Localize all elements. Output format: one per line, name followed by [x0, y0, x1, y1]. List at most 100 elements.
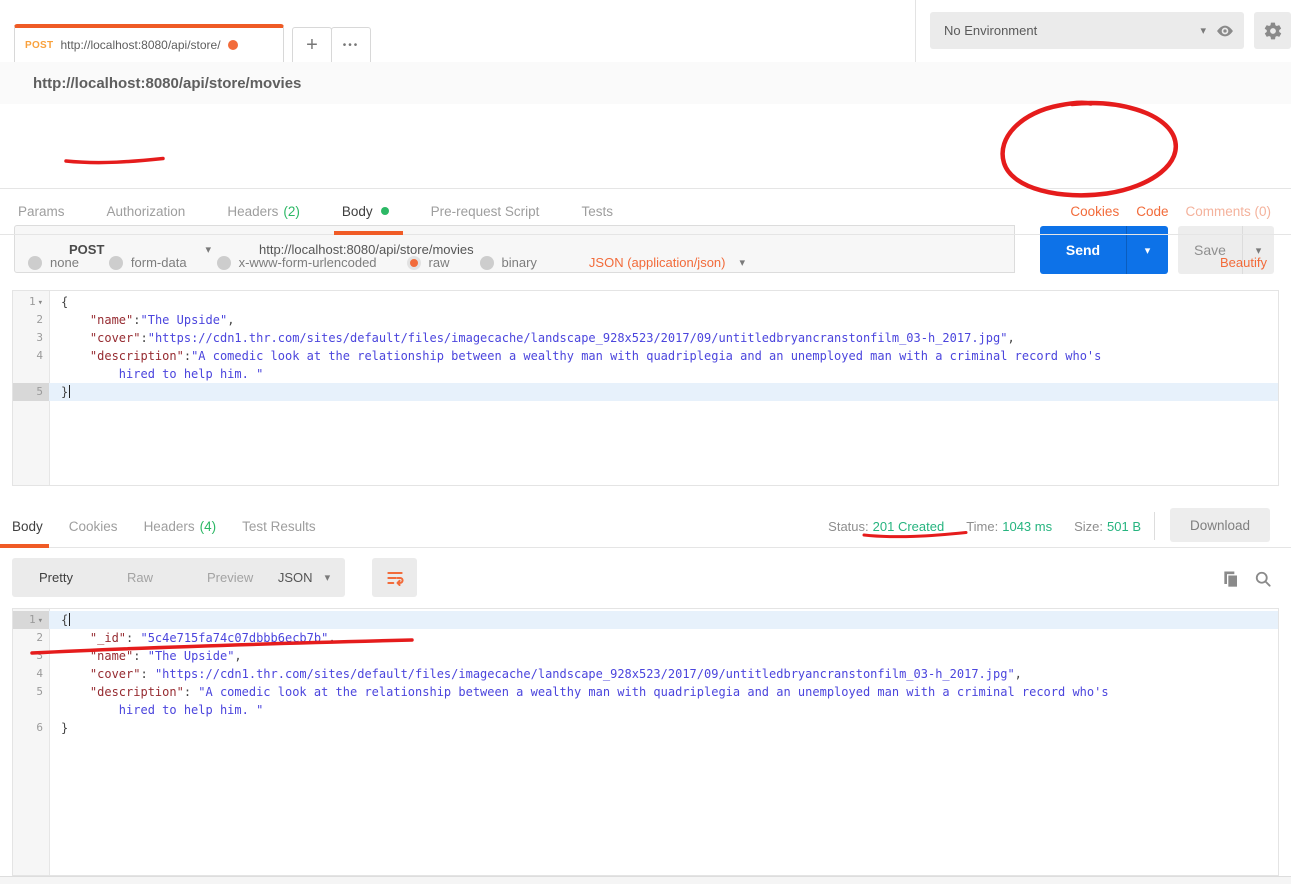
text-cursor	[69, 385, 70, 398]
line-number-text: 2	[36, 631, 43, 644]
token: hired to help him. "	[119, 703, 264, 717]
token: ,	[1015, 667, 1022, 681]
token	[61, 331, 90, 345]
code-text: "description":"A comedic look at the rel…	[49, 347, 1278, 365]
tab-count: (2)	[283, 204, 300, 219]
beautify-link[interactable]: Beautify	[1220, 255, 1267, 270]
response-format-select[interactable]: JSON ▾	[263, 558, 345, 597]
request-tab-pre-request-script[interactable]: Pre-request Script	[431, 188, 540, 234]
environment-preview-button[interactable]	[1206, 12, 1244, 49]
header-divider	[915, 0, 916, 62]
top-bar: POST http://localhost:8080/api/store/ + …	[0, 0, 1291, 63]
response-tab-cookies[interactable]: Cookies	[69, 505, 118, 547]
search-response-button[interactable]	[1250, 566, 1276, 592]
request-tab-authorization[interactable]: Authorization	[107, 188, 186, 234]
link-cookies[interactable]: Cookies	[1070, 204, 1119, 219]
line-number-text: 4	[36, 349, 43, 362]
line-number: 3	[13, 329, 49, 347]
tab-label: Tests	[581, 204, 613, 219]
line-number-text: 2	[36, 313, 43, 326]
code-line: hired to help him. "	[13, 365, 1278, 383]
response-tab-headers[interactable]: Headers(4)	[144, 505, 217, 547]
tab-label: Params	[18, 204, 65, 219]
request-tab-tests[interactable]: Tests	[581, 188, 613, 234]
token: ,	[1007, 331, 1014, 345]
tab-method-label: POST	[25, 40, 53, 51]
token: }	[61, 385, 68, 399]
line-number	[13, 365, 49, 383]
request-tab-body[interactable]: Body	[342, 188, 389, 234]
response-format-label: JSON	[278, 570, 313, 585]
line-number	[13, 701, 49, 719]
radio-icon	[217, 256, 231, 270]
status-bar	[0, 876, 1291, 884]
response-tab-test-results[interactable]: Test Results	[242, 505, 316, 547]
request-body-editor[interactable]: 1▾{2 "name":"The Upside",3 "cover":"http…	[12, 290, 1279, 486]
code-text: }	[49, 719, 1278, 737]
tab-label: Authorization	[107, 204, 186, 219]
token: "name"	[90, 313, 133, 327]
body-type-row: none form-data x-www-form-urlencoded raw bin…	[0, 235, 1291, 290]
copy-response-button[interactable]	[1218, 566, 1244, 592]
code-line: 5}	[13, 383, 1278, 401]
wrap-text-button[interactable]	[372, 558, 417, 597]
tab-count: (4)	[200, 519, 217, 534]
eye-icon	[1215, 21, 1235, 41]
code-text: }	[49, 383, 1278, 401]
stat-label: Status:	[828, 519, 868, 534]
token: hired to help him. "	[119, 367, 264, 381]
line-number-text: 5	[36, 385, 43, 398]
environment-select[interactable]: No Environment ▾	[930, 12, 1218, 49]
code-line: 1▾{	[13, 611, 1278, 629]
line-number-text: 4	[36, 667, 43, 680]
content-type-select[interactable]: JSON (application/json) ▾	[589, 255, 745, 270]
tab-label: Body	[12, 519, 43, 534]
line-number-text: 3	[36, 331, 43, 344]
request-tab-params[interactable]: Params	[18, 188, 65, 234]
token: :	[126, 631, 140, 645]
link-code[interactable]: Code	[1136, 204, 1168, 219]
token	[61, 667, 90, 681]
token: :	[133, 313, 140, 327]
request-tab-open[interactable]: POST http://localhost:8080/api/store/	[14, 24, 284, 62]
wrap-text-icon	[385, 568, 405, 588]
request-tab-headers[interactable]: Headers(2)	[227, 188, 300, 234]
fold-caret-icon[interactable]: ▾	[38, 616, 43, 626]
body-type-raw[interactable]: raw	[407, 255, 450, 270]
token: "description"	[90, 349, 184, 363]
body-type-x-www-form-urlencoded[interactable]: x-www-form-urlencoded	[217, 255, 377, 270]
body-type-none[interactable]: none	[28, 255, 79, 270]
view-raw[interactable]: Raw	[100, 570, 180, 585]
line-number: 2	[13, 311, 49, 329]
view-pretty[interactable]: Pretty	[12, 570, 100, 585]
line-number: 4	[13, 665, 49, 683]
token	[61, 313, 90, 327]
request-bar: POST ▾ http://localhost:8080/api/store/m…	[0, 104, 1291, 189]
token: "A comedic look at the relationship betw…	[191, 349, 1101, 363]
tab-url-label: http://localhost:8080/api/store/	[60, 38, 220, 52]
fold-caret-icon[interactable]: ▾	[38, 298, 43, 308]
response-status: Status:201 Created	[828, 519, 944, 534]
copy-icon	[1221, 569, 1241, 589]
settings-button[interactable]	[1254, 12, 1291, 49]
stat-value: 1043 ms	[1002, 519, 1052, 534]
new-tab-button[interactable]: +	[292, 27, 332, 62]
download-button[interactable]: Download	[1170, 508, 1270, 542]
body-type-form-data[interactable]: form-data	[109, 255, 187, 270]
response-tab-body[interactable]: Body	[12, 505, 43, 547]
text-cursor	[69, 613, 70, 626]
token: {	[61, 295, 68, 309]
code-text: "_id": "5c4e715fa74c07dbbb6ecb7b",	[49, 629, 1278, 647]
tab-label: Pre-request Script	[431, 204, 540, 219]
response-body-editor[interactable]: 1▾{2 "_id": "5c4e715fa74c07dbbb6ecb7b",3…	[12, 608, 1279, 876]
link-comments[interactable]: Comments (0)	[1185, 204, 1271, 219]
code-line: 5 "description": "A comedic look at the …	[13, 683, 1278, 701]
token: "_id"	[90, 631, 126, 645]
code-text: "description": "A comedic look at the re…	[49, 683, 1278, 701]
body-type-label: binary	[502, 255, 537, 270]
stat-label: Size:	[1074, 519, 1103, 534]
token: ,	[227, 313, 234, 327]
response-header-divider	[1154, 512, 1155, 540]
more-tabs-button[interactable]: •••	[331, 27, 371, 62]
body-type-binary[interactable]: binary	[480, 255, 537, 270]
